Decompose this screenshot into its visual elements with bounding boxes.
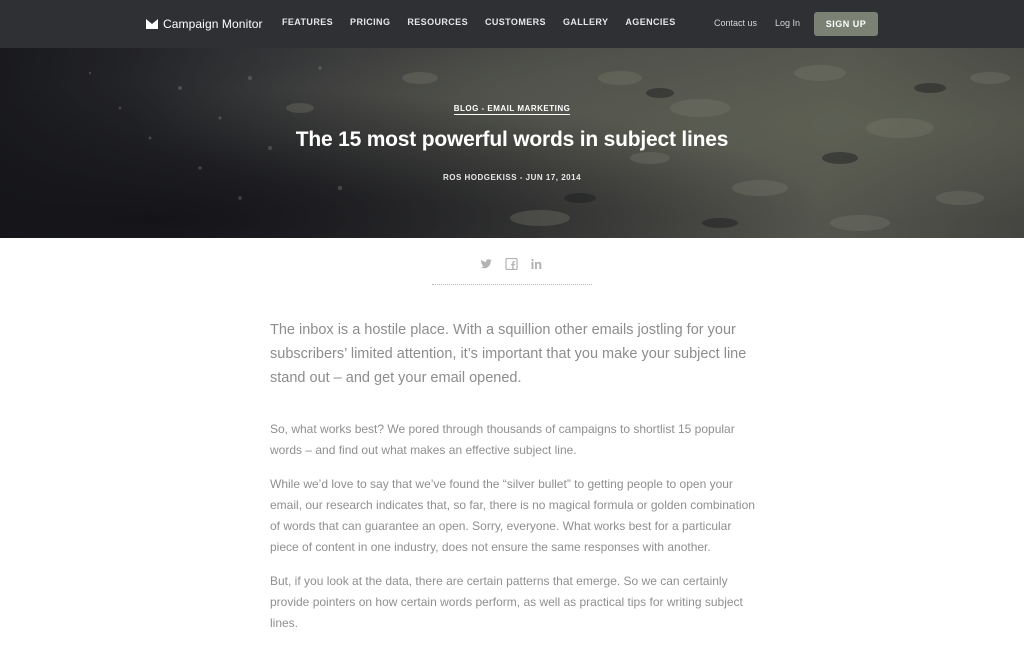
secondary-nav-links: Contact us Log In [714,18,818,28]
brand-name: Campaign Monitor [163,17,263,31]
nav-link-agencies[interactable]: AGENCIES [625,17,675,27]
primary-nav-links: FEATURES PRICING RESOURCES CUSTOMERS GAL… [282,17,693,27]
article-lede: The inbox is a hostile place. With a squ… [270,322,747,386]
nav-link-features[interactable]: FEATURES [282,17,333,27]
share-divider [432,284,592,285]
article-paragraph: But, if you look at the data, there are … [270,574,743,630]
campaign-monitor-logo-icon [146,19,158,29]
brand-logo[interactable]: Campaign Monitor [146,15,263,33]
log-in-link[interactable]: Log In [775,18,800,28]
nav-link-gallery[interactable]: GALLERY [563,17,608,27]
post-category: BLOG - EMAIL MARKETING [0,104,1024,115]
twitter-icon[interactable] [480,258,493,270]
share-icons [480,258,543,270]
post-author-date: ROS HODGEKISS - JUN 17, 2014 [442,173,582,182]
article-paragraph: While we’d love to say that we’ve found … [270,477,755,554]
facebook-icon[interactable] [505,258,518,270]
nav-link-customers[interactable]: CUSTOMERS [485,17,546,27]
hero-banner: BLOG - EMAIL MARKETING The 15 most power… [0,48,1024,238]
post-title: The 15 most powerful words in subject li… [295,128,729,151]
top-navigation: Campaign Monitor FEATURES PRICING RESOUR… [0,0,1024,48]
linkedin-icon[interactable] [530,258,543,270]
article-paragraph: So, what works best? We pored through th… [270,422,735,457]
article-body: The inbox is a hostile place. With a squ… [270,318,756,647]
post-category-link[interactable]: BLOG - EMAIL MARKETING [453,104,571,115]
sign-up-button[interactable]: SIGN UP [814,12,878,36]
nav-link-pricing[interactable]: PRICING [350,17,390,27]
nav-link-resources[interactable]: RESOURCES [407,17,468,27]
contact-us-link[interactable]: Contact us [714,18,757,28]
